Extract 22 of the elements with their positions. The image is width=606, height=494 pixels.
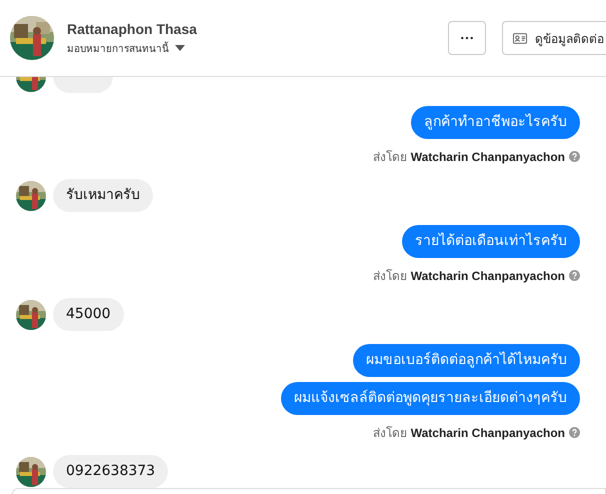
message-bubble: 45000 [53, 298, 124, 331]
more-button[interactable]: ••• [448, 21, 486, 55]
contact-name: Rattanaphon Thasa [67, 20, 197, 36]
message-bubble: ผมแจ้งเซลล์ติดต่อพูดคุยรายละเอียดต่างๆครับ [281, 382, 580, 415]
message-bubble: ผมขอเบอร์ติดต่อลูกค้าได้ไหมครับ [353, 344, 580, 377]
help-icon[interactable] [569, 151, 580, 162]
contact-card-icon [513, 32, 527, 44]
help-icon[interactable] [569, 270, 580, 281]
assign-dropdown[interactable]: มอบหมายการสนทนานี้ [67, 40, 185, 56]
message-bubble: ลูกค้าทำอาชีพอะไรครับ [411, 106, 580, 139]
sent-by-label: ส่งโดย [372, 268, 407, 285]
caret-icon [175, 45, 185, 51]
contact-info-button[interactable]: ดูข้อมูลติดต่อ [502, 21, 606, 55]
message-bubble: รายได้ต่อเดือนเท่าไรครับ [402, 225, 580, 258]
sent-by-label: ส่งโดย [372, 425, 407, 442]
sender-name: Watcharin Chanpanyachon [410, 150, 565, 164]
sent-by-label: ส่งโดย [372, 149, 407, 166]
sender-name: Watcharin Chanpanyachon [410, 268, 565, 282]
help-icon[interactable] [569, 427, 580, 438]
message-bubble: รับเหมาครับ [53, 179, 153, 212]
sender-name: Watcharin Chanpanyachon [410, 426, 565, 440]
message-bubble: 0922638373 [53, 455, 168, 488]
